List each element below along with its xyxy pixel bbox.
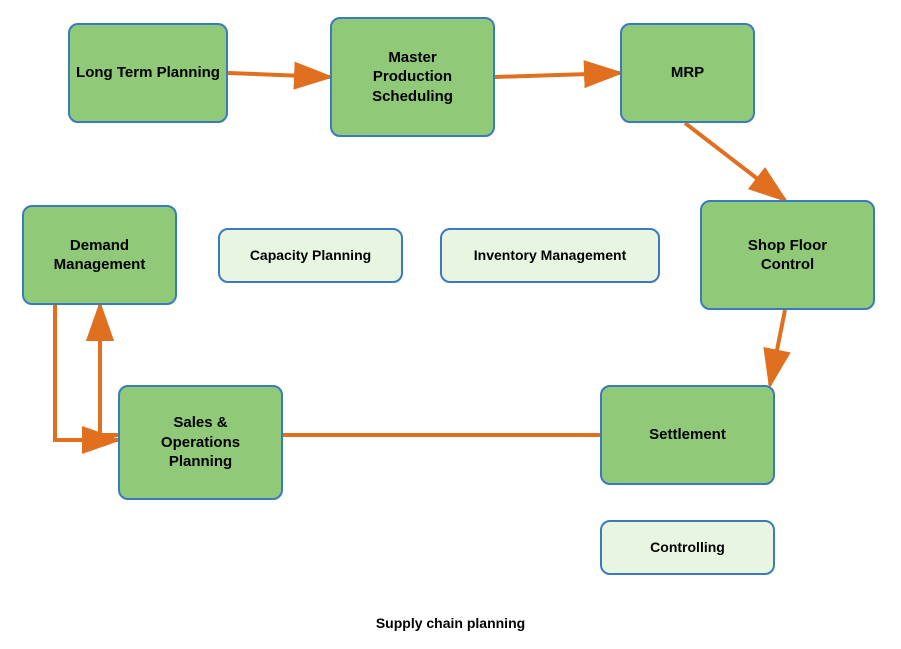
shop-floor-control-node: Shop FloorControl [700, 200, 875, 310]
controlling-label: Controlling [650, 538, 725, 556]
long-term-planning-node: Long Term Planning [68, 23, 228, 123]
settlement-label: Settlement [649, 425, 726, 445]
mrp-label: MRP [671, 63, 704, 83]
demand-management-label: DemandManagement [54, 236, 146, 275]
inventory-management-label: Inventory Management [474, 246, 626, 264]
diagram-caption: Supply chain planning [0, 615, 901, 631]
settlement-node: Settlement [600, 385, 775, 485]
sales-operations-planning-node: Sales &OperationsPlanning [118, 385, 283, 500]
mrp-node: MRP [620, 23, 755, 123]
capacity-planning-node: Capacity Planning [218, 228, 403, 283]
inventory-management-node: Inventory Management [440, 228, 660, 283]
controlling-node: Controlling [600, 520, 775, 575]
shop-floor-control-label: Shop FloorControl [748, 236, 827, 275]
master-production-scheduling-node: MasterProductionScheduling [330, 17, 495, 137]
demand-management-node: DemandManagement [22, 205, 177, 305]
master-production-label: MasterProductionScheduling [372, 48, 453, 107]
diagram-container: Long Term Planning MasterProductionSched… [0, 0, 901, 649]
long-term-planning-label: Long Term Planning [76, 63, 220, 83]
capacity-planning-label: Capacity Planning [250, 246, 371, 264]
sales-operations-label: Sales &OperationsPlanning [161, 413, 240, 472]
